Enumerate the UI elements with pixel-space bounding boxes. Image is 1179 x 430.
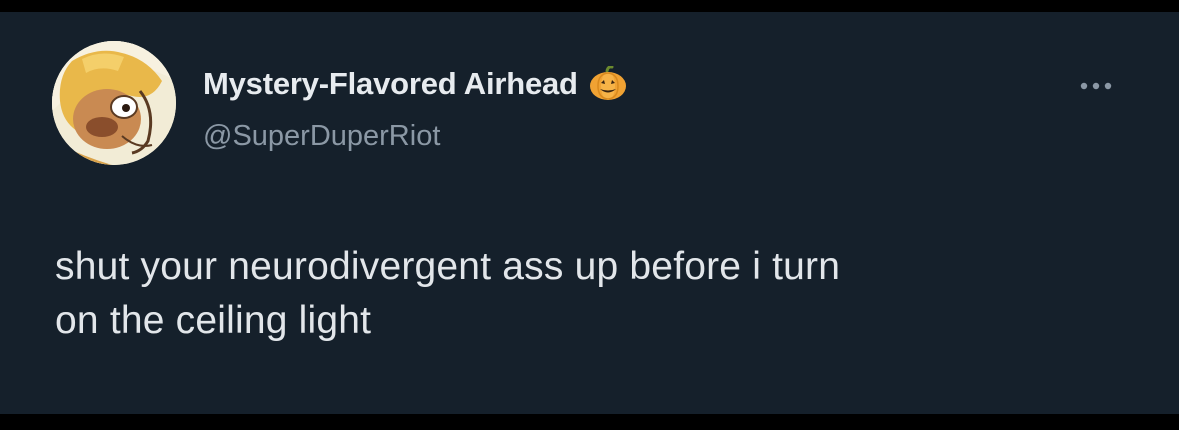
tweet-card: Mystery-Flavored Airhead @SuperDuperRiot… [0, 12, 1179, 414]
tweet-text-line: shut your neurodivergent ass up before i… [55, 245, 841, 288]
display-name[interactable]: Mystery-Flavored Airhead [203, 66, 578, 102]
pumpkin-icon [588, 65, 628, 102]
tweet-text-line: on the ceiling light [55, 299, 372, 342]
more-options-button[interactable] [1066, 72, 1126, 100]
more-options-icon [1080, 82, 1112, 90]
author-handle[interactable]: @SuperDuperRiot [203, 120, 440, 153]
avatar[interactable] [52, 41, 176, 165]
author-name-row[interactable]: Mystery-Flavored Airhead [203, 64, 628, 104]
tweet-text: shut your neurodivergent ass up before i… [55, 240, 1135, 348]
cartoon-character-avatar-icon [52, 41, 176, 165]
